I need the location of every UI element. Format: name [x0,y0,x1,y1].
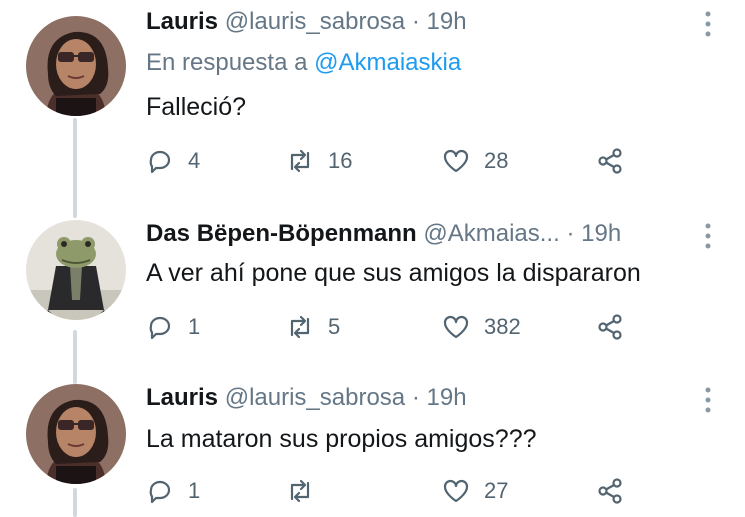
like-count: 28 [484,148,509,173]
reply-icon [149,316,171,340]
share-icon [598,314,622,340]
like-button[interactable]: 382 [442,310,521,344]
action-bar: 1 27 [146,474,646,508]
like-count: 27 [484,478,509,503]
separator-dot: · [566,220,575,247]
share-icon [598,148,622,174]
author-handle[interactable]: @Akmaias... [423,220,559,247]
retweet-button[interactable]: 5 [286,310,340,344]
reply-count: 4 [188,148,201,173]
heart-icon [443,149,469,173]
retweet-button[interactable]: 16 [286,144,352,178]
author-name[interactable]: Lauris [146,8,218,35]
author-handle[interactable]: @lauris_sabrosa [225,384,405,411]
share-icon [598,478,622,504]
retweet-count: 16 [328,148,353,173]
share-button[interactable] [596,310,624,344]
separator-dot: · [411,8,420,35]
tweet-text: A ver ahí pone que sus amigos la dispara… [146,259,641,287]
reply-count: 1 [188,314,201,339]
action-bar: 4 16 28 [146,144,646,178]
retweet-button[interactable] [286,474,328,508]
separator-dot: · [411,384,420,411]
retweet-icon [290,479,310,503]
action-bar: 1 5 382 [146,310,646,344]
avatar[interactable] [26,384,126,484]
reply-context: En respuesta a @Akmaiaskia [146,46,461,80]
tweet[interactable]: Lauris @lauris_sabrosa · 19h En respuest… [0,0,745,200]
timestamp[interactable]: 19h [581,220,621,247]
author-name[interactable]: Lauris [146,384,218,411]
more-options-icon[interactable] [696,6,720,42]
heart-icon [443,315,469,339]
retweet-icon [290,149,310,173]
more-options-icon[interactable] [696,218,720,254]
reply-icon [149,150,171,174]
reply-button[interactable]: 4 [146,144,200,178]
heart-icon [443,479,469,503]
retweet-count: 5 [328,314,341,339]
reply-mention-link[interactable]: @Akmaiaskia [314,49,461,76]
woman-sunglasses-avatar-icon [26,16,126,116]
author-name[interactable]: Das Bëpen-Böpenmann [146,220,417,247]
tweet-text: La mataron sus propios amigos??? [146,425,537,453]
timestamp[interactable]: 19h [427,384,467,411]
avatar[interactable] [26,220,126,320]
like-button[interactable]: 28 [442,144,508,178]
reply-count: 1 [188,478,201,503]
reply-icon [149,480,171,504]
tweet[interactable]: Lauris @lauris_sabrosa · 19h La mataron … [0,376,745,517]
frog-in-jacket-avatar-icon [26,220,126,320]
reply-button[interactable]: 1 [146,474,200,508]
author-handle[interactable]: @lauris_sabrosa [225,8,405,35]
like-button[interactable]: 27 [442,474,508,508]
avatar[interactable] [26,16,126,116]
like-count: 382 [484,314,521,339]
woman-sunglasses-avatar-icon [26,384,126,484]
retweet-icon [290,315,310,339]
tweet-text: Falleció? [146,93,247,121]
tweet[interactable]: Das Bëpen-Böpenmann @Akmaias... · 19h A … [0,214,745,364]
share-button[interactable] [596,474,624,508]
timestamp[interactable]: 19h [427,8,467,35]
reply-button[interactable]: 1 [146,310,200,344]
more-options-icon[interactable] [696,382,720,418]
share-button[interactable] [596,144,624,178]
reply-prefix: En respuesta a [146,49,308,76]
